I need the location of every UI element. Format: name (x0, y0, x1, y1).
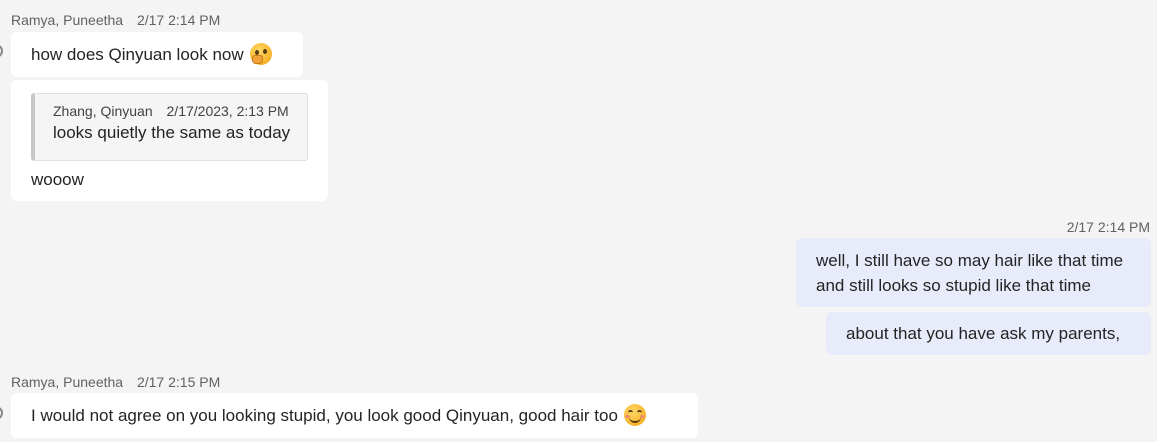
message-text-line: and still looks so stupid like that time (816, 276, 1091, 295)
message-text: how does Qinyuan look now (31, 45, 244, 64)
avatar[interactable] (0, 406, 3, 420)
avatar[interactable] (0, 44, 3, 58)
quoted-sender-name: Zhang, Qinyuan (53, 103, 153, 119)
quoted-text: looks quietly the same as today (53, 123, 291, 142)
thinking-face-emoji-icon (249, 43, 272, 65)
smiling-face-emoji-icon (623, 404, 646, 426)
message-timestamp: 2/17 2:14 PM (136, 12, 221, 28)
sender-name: Ramya, Puneetha (11, 12, 124, 28)
sender-name: Ramya, Puneetha (11, 374, 124, 390)
message-header: Ramya, Puneetha 2/17 2:15 PM (11, 374, 220, 390)
message-bubble-with-quote[interactable]: Zhang, Qinyuan 2/17/2023, 2:13 PM looks … (11, 80, 328, 201)
quoted-reply[interactable]: Zhang, Qinyuan 2/17/2023, 2:13 PM looks … (31, 93, 308, 161)
message-text-line: well, I still have so may hair like that… (816, 251, 1124, 270)
quoted-timestamp: 2/17/2023, 2:13 PM (166, 103, 289, 119)
message-bubble-outgoing[interactable]: about that you have ask my parents, (826, 312, 1151, 355)
message-text: about that you have ask my parents, (846, 324, 1121, 343)
message-text: wooow (31, 170, 84, 189)
quoted-header: Zhang, Qinyuan 2/17/2023, 2:13 PM (53, 102, 297, 120)
message-bubble[interactable]: how does Qinyuan look now (11, 32, 303, 77)
message-timestamp: 2/17 2:14 PM (1066, 219, 1150, 235)
message-bubble[interactable]: I would not agree on you looking stupid,… (11, 393, 698, 438)
message-text: I would not agree on you looking stupid,… (31, 406, 618, 425)
chat-thread[interactable]: Ramya, Puneetha 2/17 2:14 PM how does Qi… (0, 0, 1157, 442)
message-header: Ramya, Puneetha 2/17 2:14 PM (11, 12, 220, 28)
message-bubble-outgoing[interactable]: well, I still have so may hair like that… (796, 238, 1151, 307)
message-timestamp: 2/17 2:15 PM (136, 374, 221, 390)
